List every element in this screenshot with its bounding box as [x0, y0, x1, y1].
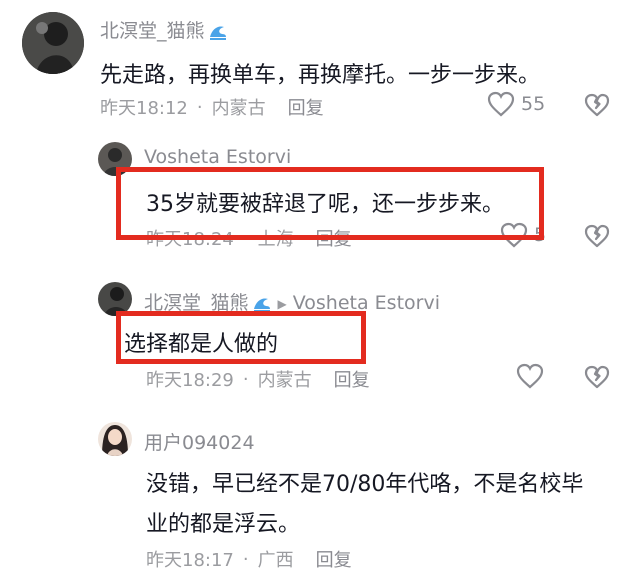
- comment-time: 昨天18:12: [100, 98, 188, 119]
- meta-separator: ·: [242, 548, 249, 570]
- avatar[interactable]: [98, 422, 132, 456]
- reply-button[interactable]: 回复: [334, 366, 370, 392]
- reply-button[interactable]: 回复: [316, 546, 352, 572]
- wave-emoji-icon: [253, 297, 270, 312]
- heart-icon: [516, 363, 544, 389]
- comment-author[interactable]: Vosheta Estorvi: [144, 146, 291, 168]
- meta-separator: ·: [242, 368, 249, 390]
- comment-meta: 昨天18:17 · 广西 回复: [146, 546, 352, 572]
- meta-separator: ·: [196, 96, 203, 118]
- comment-text-line: 没错，早已经不是70/80年代咯，不是名校毕: [146, 472, 584, 497]
- broken-heart-icon[interactable]: [584, 93, 610, 117]
- comment-author[interactable]: 北溟堂_猫熊: [100, 16, 228, 43]
- heart-icon: [487, 91, 515, 117]
- reply-arrow-icon: ▶: [277, 296, 287, 311]
- broken-heart-icon[interactable]: [584, 365, 610, 389]
- highlight-box: [116, 167, 544, 240]
- author-name[interactable]: 北溟堂_猫熊: [100, 20, 205, 42]
- comment-location: 广西: [257, 550, 294, 571]
- like-count: 55: [521, 93, 546, 115]
- highlight-box: [116, 311, 366, 364]
- comment-location: 内蒙古: [211, 98, 266, 119]
- wave-emoji-icon: [209, 25, 226, 40]
- comment-meta: 昨天18:12 · 内蒙古 回复: [100, 94, 324, 120]
- comment-location: 内蒙古: [257, 370, 312, 391]
- like-button[interactable]: 55: [487, 91, 545, 117]
- comment-time: 昨天18:17: [146, 550, 234, 571]
- avatar[interactable]: [22, 12, 84, 74]
- comment-time: 昨天18:29: [146, 370, 234, 391]
- comment-text: 先走路，再换单车，再换摩托。一步一步来。: [100, 63, 541, 88]
- comment-author[interactable]: 用户094024: [144, 428, 255, 455]
- reply-button[interactable]: 回复: [288, 94, 324, 120]
- comment-meta: 昨天18:29 · 内蒙古 回复: [146, 366, 370, 392]
- comment-text-line: 业的都是浮云。: [146, 512, 301, 537]
- broken-heart-icon[interactable]: [584, 224, 610, 248]
- like-button[interactable]: [516, 363, 544, 389]
